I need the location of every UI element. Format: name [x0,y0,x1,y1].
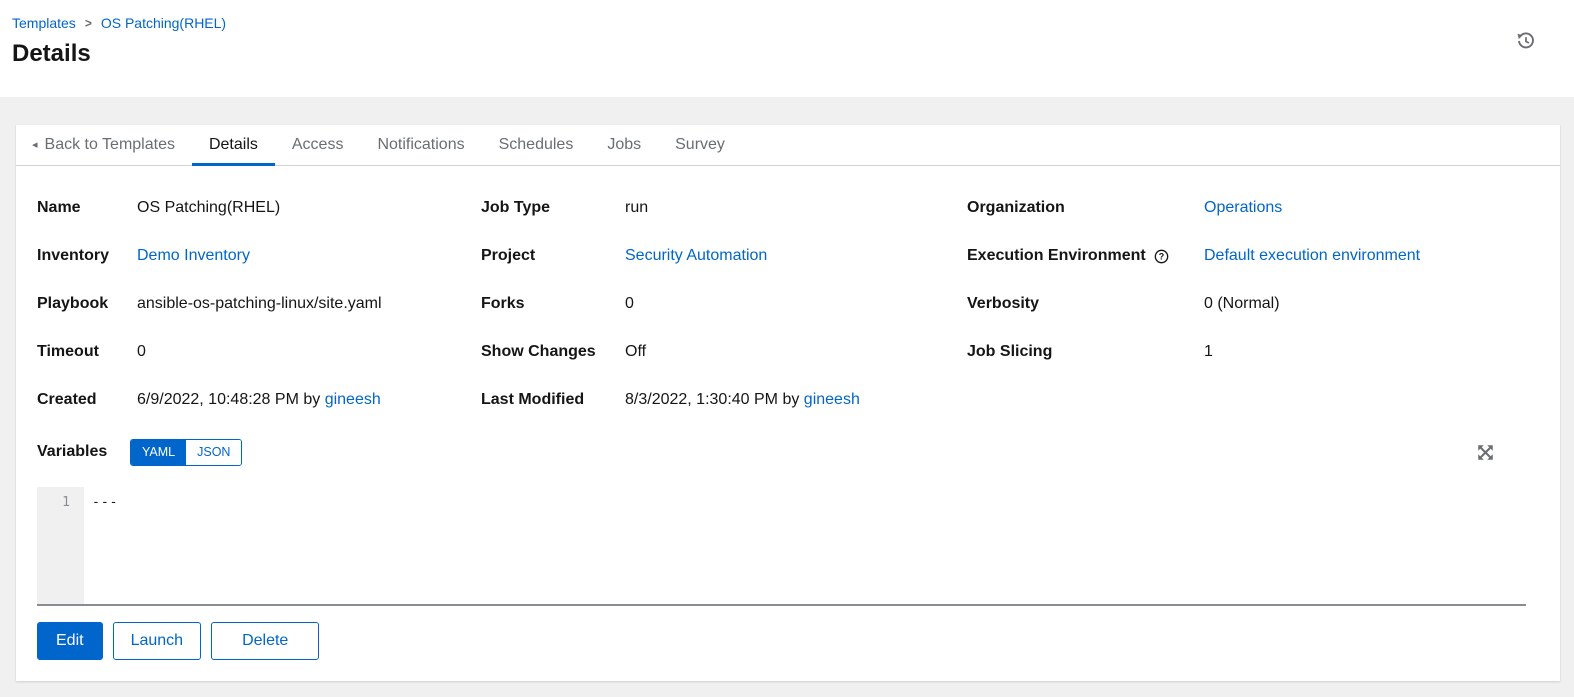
template-details-card: ◂ Back to Templates Details Access Notif… [16,125,1560,681]
detail-empty [967,390,1539,410]
detail-execution-environment-label: Execution Environment [967,246,1146,266]
variables-label: Variables [37,443,130,461]
breadcrumb: Templates > OS Patching(RHEL) [12,15,1574,31]
last-modified-user-link[interactable]: gineesh [804,391,860,408]
detail-job-type-value: run [625,198,648,218]
detail-inventory-label: Inventory [37,246,137,266]
variables-format-toggle: YAML JSON [130,439,242,466]
detail-job-slicing: Job Slicing 1 [967,342,1539,362]
svg-text:?: ? [1158,251,1163,261]
line-number: 1 [62,495,70,510]
detail-timeout: Timeout 0 [37,342,481,362]
detail-execution-environment: Execution Environment ? Default executio… [967,246,1539,266]
detail-name: Name OS Patching(RHEL) [37,198,481,218]
delete-button[interactable]: Delete [211,622,319,660]
detail-job-type-label: Job Type [481,198,625,218]
created-user-link[interactable]: gineesh [325,391,381,408]
detail-show-changes-label: Show Changes [481,342,625,362]
detail-forks-label: Forks [481,294,625,314]
tab-details[interactable]: Details [192,125,275,165]
detail-project-label: Project [481,246,625,266]
editor-line-numbers: 1 [37,487,84,604]
breadcrumb-link-templates[interactable]: Templates [12,15,76,31]
variables-code-editor[interactable]: 1 --- [37,487,1526,606]
action-buttons: Edit Launch Delete [37,622,1539,660]
detail-created: Created 6/9/2022, 10:48:28 PM by gineesh [37,390,481,410]
detail-verbosity: Verbosity 0 (Normal) [967,294,1539,314]
tab-notifications[interactable]: Notifications [360,125,481,165]
details-grid: Name OS Patching(RHEL) Job Type run Orga… [37,198,1539,410]
editor-content[interactable]: --- [84,487,1526,604]
yaml-toggle-button[interactable]: YAML [131,440,186,465]
detail-show-changes: Show Changes Off [481,342,967,362]
detail-show-changes-value: Off [625,342,646,362]
execution-environment-link[interactable]: Default execution environment [1204,247,1420,264]
question-circle-icon[interactable]: ? [1154,249,1169,264]
tab-jobs[interactable]: Jobs [590,125,658,165]
caret-left-icon: ◂ [32,140,38,151]
launch-button[interactable]: Launch [113,622,202,660]
detail-organization-label: Organization [967,198,1204,218]
page-title: Details [12,40,1574,68]
tab-access[interactable]: Access [275,125,361,165]
detail-verbosity-label: Verbosity [967,294,1204,314]
detail-created-value: 6/9/2022, 10:48:28 PM by [137,391,320,408]
detail-organization: Organization Operations [967,198,1539,218]
edit-button[interactable]: Edit [37,622,103,660]
breadcrumb-link-template-name[interactable]: OS Patching(RHEL) [101,15,226,31]
detail-job-type: Job Type run [481,198,967,218]
breadcrumb-separator-icon: > [85,15,92,30]
detail-last-modified: Last Modified 8/3/2022, 1:30:40 PM by gi… [481,390,967,410]
detail-playbook-value: ansible-os-patching-linux/site.yaml [137,294,382,314]
variables-row: Variables YAML JSON [37,438,1539,466]
history-icon[interactable] [1514,29,1538,53]
detail-playbook-label: Playbook [37,294,137,314]
back-to-templates-label: Back to Templates [45,136,175,154]
inventory-link[interactable]: Demo Inventory [137,247,250,264]
detail-verbosity-value: 0 (Normal) [1204,294,1280,314]
card-body: Name OS Patching(RHEL) Job Type run Orga… [16,166,1560,681]
detail-last-modified-value: 8/3/2022, 1:30:40 PM by [625,391,799,408]
detail-inventory: Inventory Demo Inventory [37,246,481,266]
detail-timeout-value: 0 [137,342,146,362]
detail-job-slicing-label: Job Slicing [967,342,1204,362]
expand-arrows-icon[interactable] [1475,442,1496,463]
page-header: Templates > OS Patching(RHEL) Details [0,0,1574,97]
detail-last-modified-label: Last Modified [481,390,625,410]
json-toggle-button[interactable]: JSON [186,440,241,465]
detail-playbook: Playbook ansible-os-patching-linux/site.… [37,294,481,314]
detail-forks-value: 0 [625,294,634,314]
detail-project: Project Security Automation [481,246,967,266]
detail-forks: Forks 0 [481,294,967,314]
project-link[interactable]: Security Automation [625,247,767,264]
history-icon [1516,31,1536,51]
tab-bar: ◂ Back to Templates Details Access Notif… [16,125,1560,166]
detail-job-slicing-value: 1 [1204,342,1213,362]
tab-survey[interactable]: Survey [658,125,742,165]
back-to-templates-button[interactable]: ◂ Back to Templates [32,125,192,165]
detail-name-value: OS Patching(RHEL) [137,198,280,218]
detail-name-label: Name [37,198,137,218]
detail-created-label: Created [37,390,137,410]
tab-schedules[interactable]: Schedules [482,125,591,165]
organization-link[interactable]: Operations [1204,199,1282,216]
detail-timeout-label: Timeout [37,342,137,362]
